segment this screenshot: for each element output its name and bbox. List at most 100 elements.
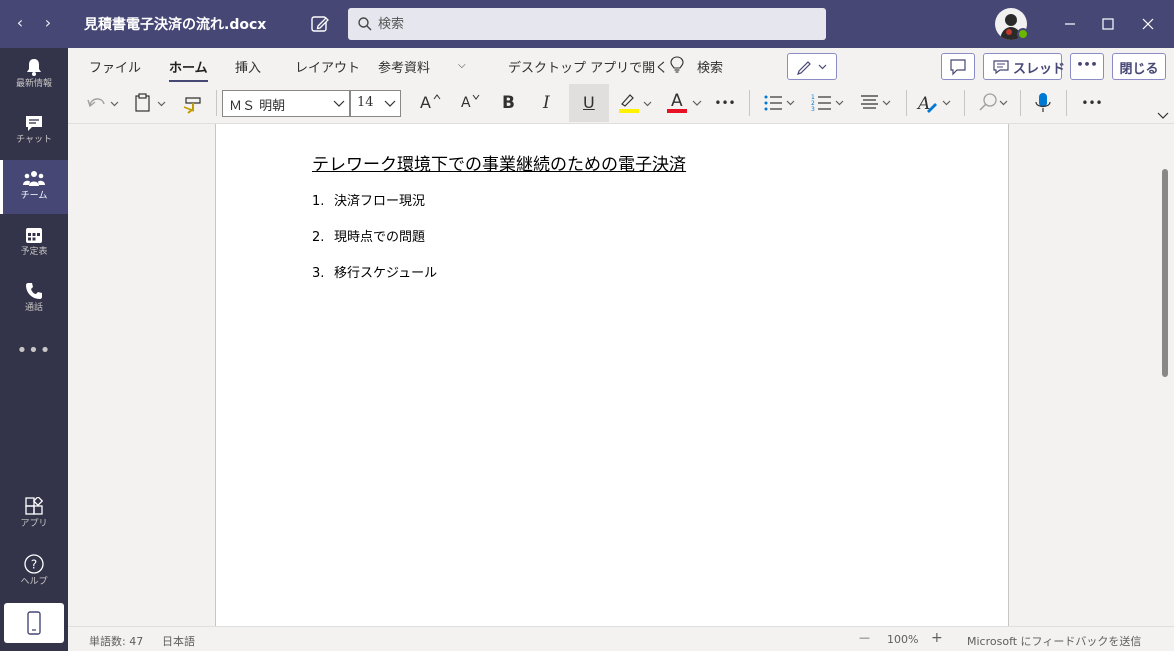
- highlight-button[interactable]: [614, 84, 658, 122]
- rail-more-button[interactable]: •••: [0, 340, 68, 370]
- more-font-options-button[interactable]: •••: [710, 84, 740, 122]
- close-document-button[interactable]: 閉じる: [1112, 53, 1166, 80]
- grow-font-button[interactable]: A: [412, 84, 448, 122]
- tab-home[interactable]: ホーム: [169, 57, 208, 82]
- feedback-link[interactable]: Microsoft にフィードバックを送信: [967, 633, 1141, 649]
- svg-text:?: ?: [31, 558, 37, 572]
- search-box[interactable]: [348, 8, 826, 40]
- microphone-icon: [1035, 93, 1051, 112]
- more-tabs-chevron-icon[interactable]: ⌵: [458, 60, 466, 71]
- divider: [1066, 90, 1067, 116]
- new-chat-button[interactable]: [309, 13, 331, 35]
- pencil-icon: [797, 61, 827, 75]
- underline-icon: U: [583, 93, 595, 112]
- rail-label: 通話: [24, 303, 43, 313]
- open-desktop-app[interactable]: デスクトップ アプリで開く: [508, 57, 668, 76]
- divider: [964, 90, 965, 116]
- rail-label: チャット: [16, 135, 52, 145]
- rail-item-teams[interactable]: チーム: [0, 160, 68, 214]
- expand-ribbon-button[interactable]: [1154, 84, 1172, 122]
- dictate-button[interactable]: [1028, 84, 1058, 122]
- apps-icon: [25, 497, 44, 515]
- font-name-select[interactable]: ＭＳ 明朝: [222, 90, 350, 117]
- zoom-out-button[interactable]: —: [859, 631, 870, 644]
- chevron-down-icon: [333, 100, 345, 107]
- bulleted-list-icon: [764, 95, 795, 111]
- divider: [216, 90, 217, 116]
- vertical-scrollbar[interactable]: [1162, 169, 1168, 377]
- list-item[interactable]: 1. 決済フロー現況: [312, 190, 437, 226]
- font-size-select[interactable]: 14: [350, 90, 401, 117]
- paste-button[interactable]: [131, 84, 171, 122]
- rail-item-chat[interactable]: チャット: [0, 104, 68, 158]
- tab-layout[interactable]: レイアウト: [295, 57, 360, 76]
- list-text: 決済フロー現況: [334, 194, 426, 209]
- tab-references[interactable]: 参考資料: [378, 57, 430, 76]
- rail-label: チーム: [20, 191, 48, 201]
- italic-button[interactable]: I: [530, 84, 566, 122]
- shrink-font-icon: A: [461, 95, 471, 111]
- shrink-font-button[interactable]: A: [452, 84, 488, 122]
- divider: [749, 90, 750, 116]
- maximize-button[interactable]: [1096, 12, 1120, 36]
- search-input[interactable]: [378, 14, 808, 34]
- align-button[interactable]: [856, 84, 900, 122]
- document-title: 見積書電子決済の流れ.docx: [84, 17, 267, 33]
- numbering-button[interactable]: 123: [806, 84, 852, 122]
- back-arrow-icon: ‹: [16, 13, 24, 32]
- document-heading[interactable]: テレワーク環境下での事業継続のための電子決済: [312, 150, 686, 175]
- highlighter-icon: [619, 94, 652, 113]
- more-options-button[interactable]: •••: [1070, 53, 1104, 80]
- zoom-level[interactable]: 100%: [887, 633, 918, 646]
- close-icon: [1142, 18, 1154, 30]
- document-page[interactable]: テレワーク環境下での事業継続のための電子決済 1. 決済フロー現況 2. 現時点での…: [215, 124, 1009, 626]
- close-window-button[interactable]: [1136, 12, 1160, 36]
- mobile-phone-icon: [27, 611, 41, 635]
- editing-mode-button[interactable]: [787, 53, 837, 80]
- more-commands-button[interactable]: •••: [1074, 84, 1110, 122]
- font-name-value: ＭＳ 明朝: [229, 99, 286, 114]
- zoom-in-button[interactable]: +: [931, 630, 943, 646]
- help-icon: ?: [24, 554, 44, 574]
- minimize-button[interactable]: [1058, 12, 1082, 36]
- maximize-icon: [1102, 18, 1114, 30]
- list-number: 3.: [312, 266, 325, 281]
- mobile-app-button[interactable]: [4, 603, 64, 643]
- rail-item-help[interactable]: ? ヘルプ: [0, 544, 68, 598]
- bell-icon: [27, 59, 41, 76]
- tab-file[interactable]: ファイル: [89, 57, 141, 76]
- format-painter-icon: [183, 97, 201, 114]
- forward-button[interactable]: ›: [38, 13, 58, 33]
- undo-button[interactable]: [84, 84, 124, 122]
- thread-label: スレッド: [1013, 62, 1066, 77]
- styles-button[interactable]: A: [913, 84, 957, 122]
- rail-item-calendar[interactable]: 予定表: [0, 216, 68, 270]
- font-color-button[interactable]: A: [663, 84, 707, 122]
- format-painter-button[interactable]: [180, 84, 208, 122]
- tab-insert[interactable]: 挿入: [235, 57, 261, 76]
- divider: [906, 90, 907, 116]
- rail-item-calls[interactable]: 通話: [0, 272, 68, 326]
- document-canvas[interactable]: テレワーク環境下での事業継続のための電子決済 1. 決済フロー現況 2. 現時点での…: [68, 124, 1174, 626]
- find-button[interactable]: [972, 84, 1016, 122]
- presence-available-icon: [1017, 28, 1029, 40]
- tell-me-lightbulb-icon: [670, 56, 684, 77]
- chevron-down-icon: [1157, 112, 1169, 119]
- bold-icon: B: [502, 93, 515, 113]
- comments-button[interactable]: [941, 53, 975, 80]
- bold-button[interactable]: B: [492, 84, 528, 122]
- comment-icon: [950, 59, 966, 76]
- underline-button[interactable]: U: [569, 84, 609, 122]
- rail-item-activity[interactable]: 最新情報: [0, 48, 68, 102]
- tell-me-search[interactable]: 検索: [697, 57, 723, 76]
- thread-button[interactable]: スレッド: [983, 53, 1066, 80]
- rail-item-apps[interactable]: アプリ: [0, 488, 68, 542]
- divider: [1020, 90, 1021, 116]
- grow-font-icon: A: [420, 93, 431, 112]
- list-item[interactable]: 3. 移行スケジュール: [312, 262, 437, 298]
- language-indicator[interactable]: 日本語: [162, 633, 195, 649]
- back-button[interactable]: ‹: [10, 13, 30, 33]
- list-item[interactable]: 2. 現時点での問題: [312, 226, 437, 262]
- bullets-button[interactable]: [758, 84, 802, 122]
- font-size-value: 14: [357, 95, 374, 110]
